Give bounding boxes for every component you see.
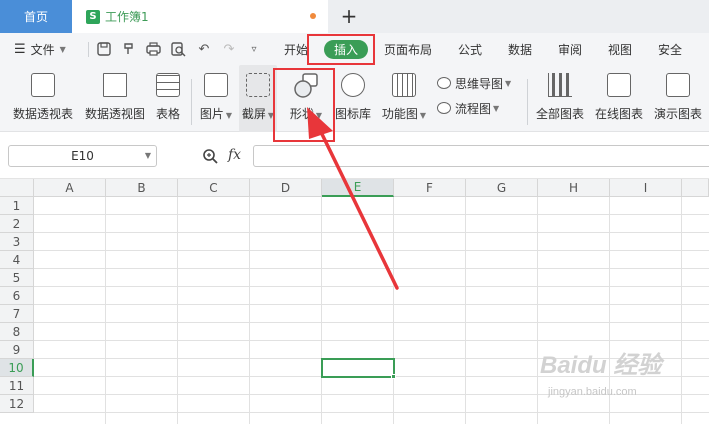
watermark-brand: Baidu 经验 [540, 352, 662, 379]
watermark-url: jingyan.baidu.com [548, 386, 637, 398]
baidu-watermark: Baidu 经验 jingyan.baidu.com [540, 345, 700, 415]
